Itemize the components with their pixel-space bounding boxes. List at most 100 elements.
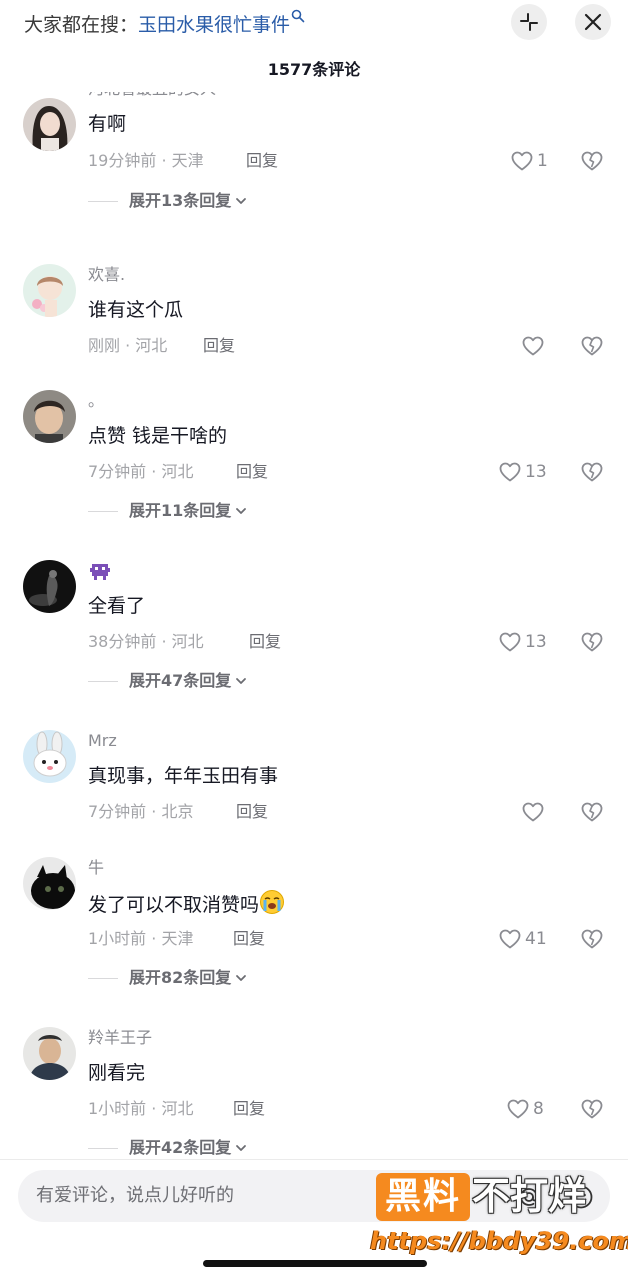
divider bbox=[88, 1147, 118, 1149]
broken-heart-icon bbox=[581, 632, 603, 652]
comment-username[interactable]: Mrz bbox=[88, 730, 117, 752]
comment-list[interactable]: 河北省最丑的女人 有啊 19分钟前 · 天津 回复 1 展开13条回复 欢喜. … bbox=[0, 92, 628, 1159]
reply-button[interactable]: 回复 bbox=[233, 928, 265, 950]
close-button[interactable] bbox=[575, 4, 611, 40]
broken-heart-icon bbox=[581, 802, 603, 822]
comment-text-content: 发了可以不取消赞吗 bbox=[88, 894, 260, 916]
watermark-box-text: 黑料 bbox=[384, 1176, 461, 1217]
like-button[interactable]: 8 bbox=[506, 1097, 544, 1121]
like-count: 8 bbox=[533, 1099, 544, 1119]
search-suggestion-keyword[interactable]: 玉田水果很忙事件 bbox=[138, 14, 290, 36]
expand-replies-label: 展开47条回复 bbox=[129, 671, 232, 690]
comment-text: 点赞 钱是干啥的 bbox=[88, 425, 228, 447]
comment-meta: 1小时前 · 天津 bbox=[88, 929, 194, 948]
expand-replies-label: 展开42条回复 bbox=[129, 1138, 232, 1157]
comment-item: 河北省最丑的女人 有啊 19分钟前 · 天津 回复 1 展开13条回复 bbox=[0, 92, 628, 238]
broken-heart-icon bbox=[581, 462, 603, 482]
search-icon bbox=[291, 9, 305, 23]
reply-button[interactable]: 回复 bbox=[236, 461, 268, 483]
expand-replies-button[interactable]: 展开42条回复 bbox=[88, 1137, 247, 1159]
collapse-button[interactable] bbox=[511, 4, 547, 40]
divider bbox=[88, 977, 118, 979]
divider bbox=[88, 510, 118, 512]
watermark-logo: 黑料 bbox=[376, 1173, 470, 1221]
comment-item: 。 点赞 钱是干啥的 7分钟前 · 河北 回复 13 展开11条回复 bbox=[0, 390, 628, 540]
like-count: 41 bbox=[525, 929, 547, 949]
dislike-button[interactable] bbox=[580, 800, 604, 824]
comment-meta: 7分钟前 · 河北 bbox=[88, 462, 194, 481]
chevron-down-icon bbox=[236, 1145, 247, 1151]
heart-icon bbox=[499, 929, 521, 949]
heart-icon bbox=[499, 462, 521, 482]
comment-text: 有啊 bbox=[88, 113, 127, 135]
dislike-button[interactable] bbox=[580, 630, 604, 654]
expand-replies-button[interactable]: 展开82条回复 bbox=[88, 967, 247, 989]
dislike-button[interactable] bbox=[580, 927, 604, 951]
chevron-down-icon bbox=[236, 678, 247, 684]
crying-emoji-icon bbox=[260, 890, 285, 914]
divider bbox=[88, 680, 118, 682]
comment-text: 全看了 bbox=[88, 595, 146, 617]
comment-meta: 1小时前 · 河北 bbox=[88, 1099, 194, 1118]
expand-replies-button[interactable]: 展开11条回复 bbox=[88, 500, 247, 522]
broken-heart-icon bbox=[581, 151, 603, 171]
expand-replies-button[interactable]: 展开47条回复 bbox=[88, 670, 247, 692]
comment-username[interactable]: 羚羊王子 bbox=[88, 1027, 152, 1049]
reply-button[interactable]: 回复 bbox=[236, 801, 268, 823]
avatar[interactable] bbox=[23, 857, 76, 910]
like-button[interactable]: 13 bbox=[498, 630, 547, 654]
home-indicator[interactable] bbox=[203, 1260, 427, 1267]
chevron-down-icon bbox=[236, 508, 247, 514]
heart-icon bbox=[511, 151, 533, 171]
like-button[interactable] bbox=[521, 800, 548, 824]
reply-button[interactable]: 回复 bbox=[203, 335, 235, 357]
comment-meta: 19分钟前 · 天津 bbox=[88, 151, 204, 170]
close-icon bbox=[584, 13, 602, 31]
avatar[interactable] bbox=[23, 560, 76, 613]
expand-replies-button[interactable]: 展开13条回复 bbox=[88, 190, 247, 212]
divider bbox=[88, 200, 118, 202]
avatar[interactable] bbox=[23, 730, 76, 783]
like-button[interactable]: 41 bbox=[498, 927, 547, 951]
top-bar: 大家都在搜：玉田水果很忙事件 bbox=[0, 0, 628, 48]
dislike-button[interactable] bbox=[580, 1097, 604, 1121]
like-button[interactable]: 13 bbox=[498, 460, 547, 484]
alien-emoji-icon bbox=[90, 564, 110, 580]
expand-replies-label: 展开11条回复 bbox=[129, 501, 232, 520]
avatar[interactable] bbox=[23, 264, 76, 317]
dislike-button[interactable] bbox=[580, 149, 604, 173]
reply-button[interactable]: 回复 bbox=[246, 150, 278, 172]
reply-button[interactable]: 回复 bbox=[233, 1098, 265, 1120]
like-button[interactable] bbox=[521, 334, 548, 358]
comment-username[interactable]: 。 bbox=[88, 390, 104, 412]
comment-count-title: 1577条评论 bbox=[267, 60, 361, 79]
like-count: 13 bbox=[525, 632, 547, 652]
comment-item: 欢喜. 谁有这个瓜 刚刚 · 河北 回复 bbox=[0, 264, 628, 374]
watermark-side-text: 不打烊 bbox=[472, 1174, 587, 1218]
broken-heart-icon bbox=[581, 336, 603, 356]
comment-item: Mrz 真现事，年年玉田有事 7分钟前 · 北京 回复 bbox=[0, 730, 628, 840]
like-button[interactable]: 1 bbox=[510, 149, 548, 173]
comment-text: 发了可以不取消赞吗 bbox=[88, 889, 285, 919]
like-count: 13 bbox=[525, 462, 547, 482]
chevron-down-icon bbox=[236, 975, 247, 981]
search-suggestion[interactable]: 大家都在搜：玉田水果很忙事件 bbox=[24, 9, 305, 39]
comment-meta: 刚刚 · 河北 bbox=[88, 336, 168, 355]
comment-username[interactable] bbox=[88, 560, 112, 588]
heart-icon bbox=[499, 632, 521, 652]
heart-icon bbox=[507, 1099, 529, 1119]
reply-button[interactable]: 回复 bbox=[249, 631, 281, 653]
avatar[interactable] bbox=[23, 98, 76, 151]
comment-username[interactable]: 河北省最丑的女人 bbox=[88, 92, 216, 100]
watermark-url: https://bbdy39.com bbox=[370, 1227, 628, 1255]
comment-username[interactable]: 欢喜. bbox=[88, 264, 125, 286]
comment-username[interactable]: 牛 bbox=[88, 857, 104, 879]
avatar[interactable] bbox=[23, 390, 76, 443]
comment-text: 真现事，年年玉田有事 bbox=[88, 765, 279, 787]
collapse-icon bbox=[520, 13, 538, 31]
comment-text: 刚看完 bbox=[88, 1062, 146, 1084]
dislike-button[interactable] bbox=[580, 460, 604, 484]
avatar[interactable] bbox=[23, 1027, 76, 1080]
dislike-button[interactable] bbox=[580, 334, 604, 358]
comment-item: 羚羊王子 刚看完 1小时前 · 河北 回复 8 展开42条回复 bbox=[0, 1027, 628, 1159]
